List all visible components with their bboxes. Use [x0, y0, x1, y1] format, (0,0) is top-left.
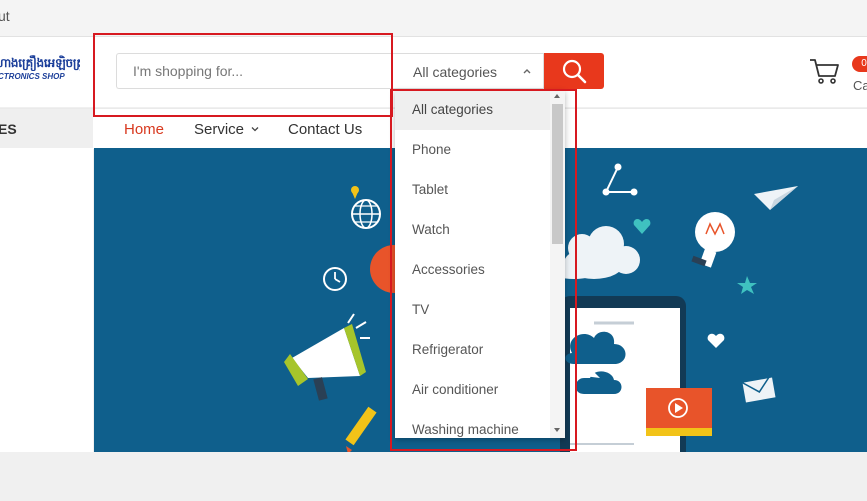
logo-latin-text: CTRONICS SHOP — [0, 72, 65, 81]
paper-plane-icon — [754, 186, 798, 210]
categories-heading-label: ES — [0, 121, 17, 137]
search-icon — [562, 59, 587, 84]
chevron-up-icon — [523, 69, 531, 74]
cart-label[interactable]: Ca — [853, 78, 867, 93]
light-bulb-icon — [691, 212, 735, 268]
nav-service-label: Service — [194, 121, 245, 138]
category-sidebar — [0, 148, 93, 452]
megaphone-icon — [284, 313, 370, 401]
highlight-box-search — [93, 33, 393, 117]
cart-count-badge: 0 — [852, 56, 867, 72]
top-bar: ut — [0, 0, 867, 37]
chevron-down-icon — [251, 127, 259, 132]
heart-outline-icon — [707, 333, 725, 348]
category-select[interactable]: All categories — [392, 53, 544, 89]
logo-khmer-text: ហាងគ្រឿងអេឡិចត្រូនិច — [0, 56, 80, 70]
top-bar-link[interactable]: ut — [0, 8, 10, 24]
nav-contact-us[interactable]: Contact Us — [288, 121, 362, 138]
share-network-icon — [602, 163, 638, 196]
categories-heading[interactable]: ES — [0, 109, 93, 149]
envelope-icon — [742, 373, 776, 403]
shop-logo[interactable]: ហាងគ្រឿងអេឡិចត្រូនិច CTRONICS SHOP — [0, 53, 80, 87]
globe-icon — [351, 186, 381, 229]
heart-icon — [633, 218, 651, 234]
nav-home[interactable]: Home — [124, 121, 164, 138]
video-player-icon — [646, 388, 712, 436]
search-button[interactable] — [544, 53, 604, 89]
nav-service[interactable]: Service — [194, 121, 260, 138]
page-bottom-area — [0, 452, 867, 501]
highlight-box-dropdown — [390, 89, 577, 451]
pencil-icon — [345, 406, 377, 452]
clock-icon — [323, 267, 347, 291]
category-select-value: All categories — [413, 64, 498, 80]
cart-icon[interactable] — [808, 57, 840, 85]
star-icon — [737, 276, 757, 294]
